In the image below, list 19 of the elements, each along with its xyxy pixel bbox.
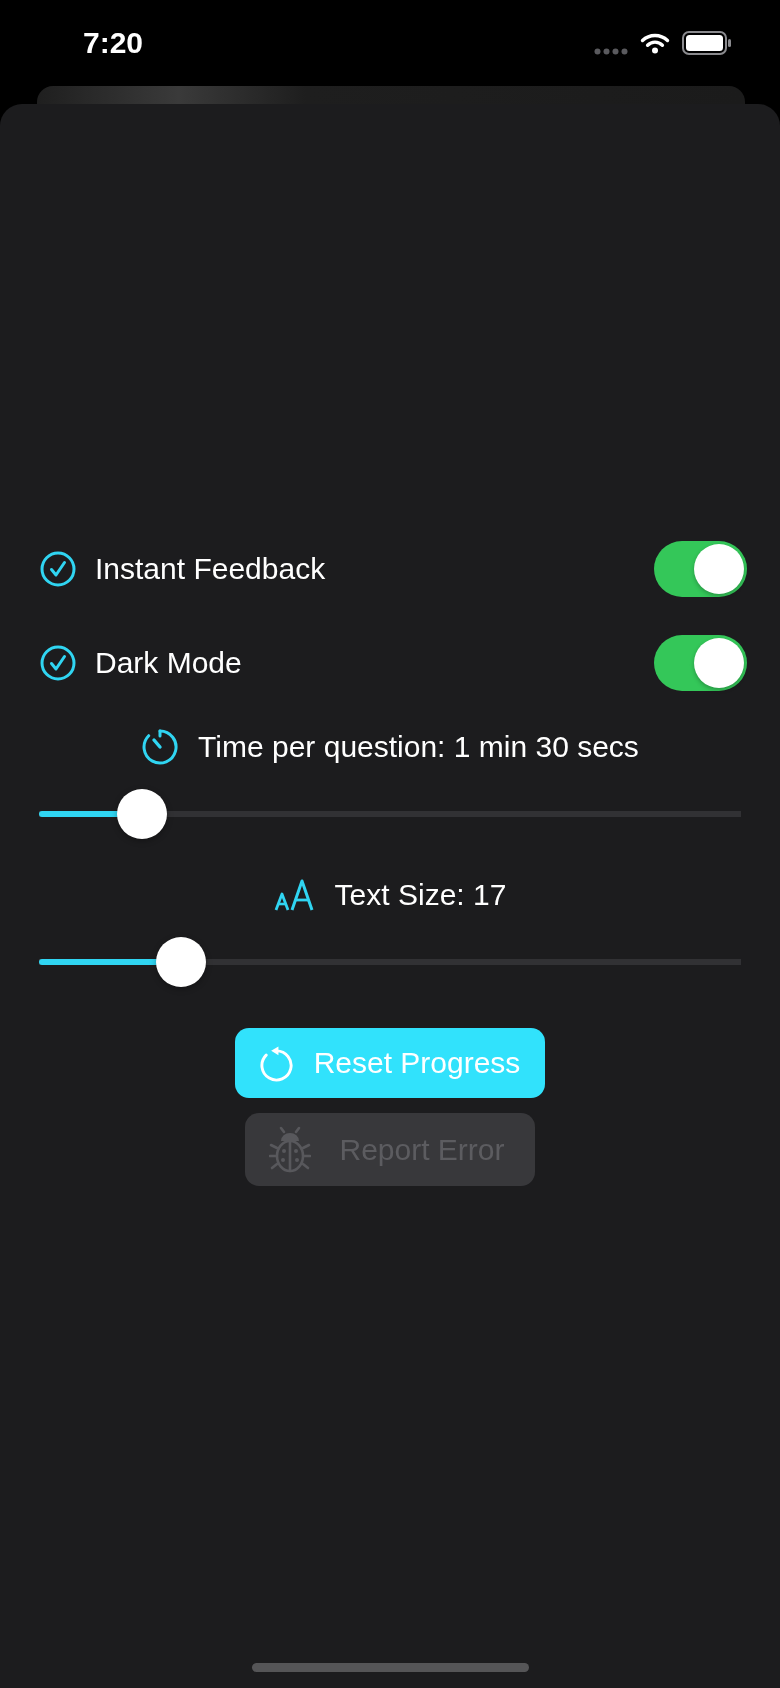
check-circle-icon [40, 645, 76, 681]
toggle-label: Dark Mode [95, 645, 242, 681]
wifi-icon [640, 32, 670, 54]
text-size-icon [273, 878, 316, 912]
check-circle-icon [40, 551, 76, 587]
battery-icon [682, 31, 732, 55]
toggle-switch[interactable] [654, 541, 747, 597]
reset-progress-button[interactable]: Reset Progress [234, 1028, 546, 1098]
toggle-label: Instant Feedback [95, 551, 326, 587]
slider-thumb[interactable] [156, 937, 207, 987]
toggle-switch[interactable] [654, 635, 747, 691]
slider-thumb[interactable] [117, 789, 168, 839]
ladybug-icon [269, 1125, 312, 1174]
slider-label: Text Size: 17 [334, 877, 507, 913]
refresh-icon [257, 1044, 295, 1082]
timer-icon [141, 728, 180, 766]
slider-label: Time per question: 1 min 30 secs [198, 729, 639, 765]
status-time: 7:20 [83, 26, 144, 60]
signal-icon [594, 47, 628, 55]
